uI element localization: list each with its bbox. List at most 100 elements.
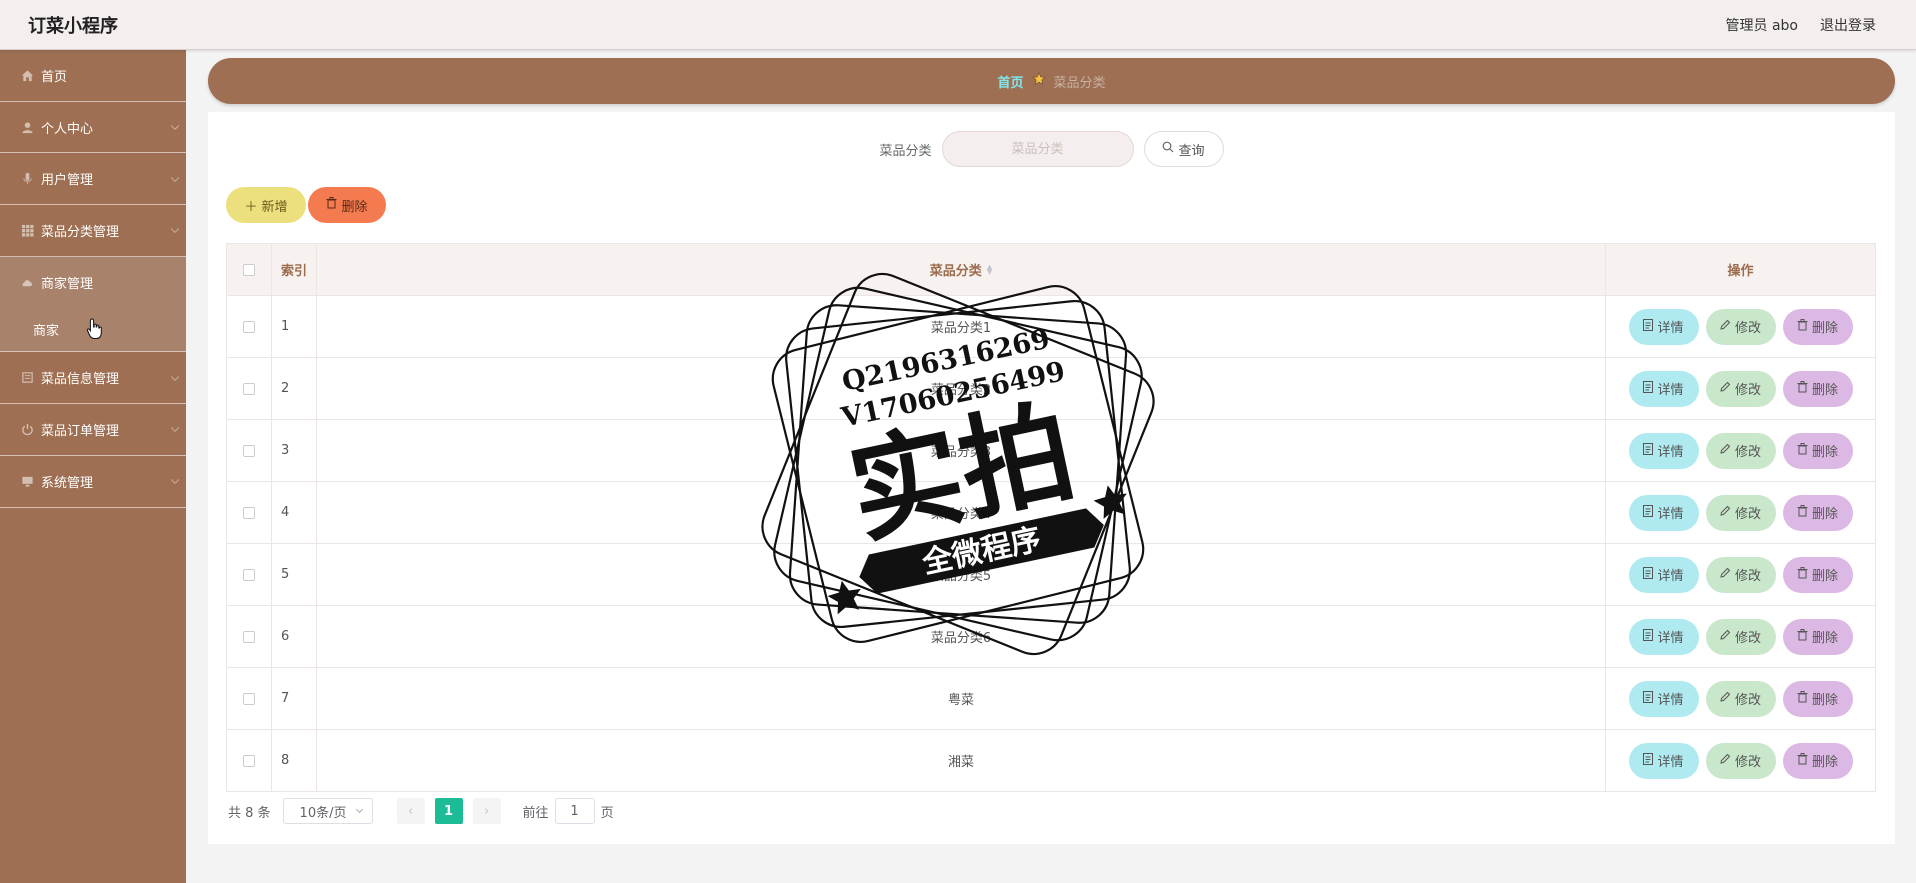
detail-button[interactable]: 详情 (1628, 494, 1699, 531)
sidebar-item-orders[interactable]: 菜品订单管理 (0, 404, 186, 456)
page-number[interactable]: 1 (434, 798, 463, 824)
detail-button-label: 详情 (1657, 507, 1684, 522)
sidebar-item-profile[interactable]: 个人中心 (0, 102, 186, 154)
detail-button[interactable]: 详情 (1628, 370, 1699, 407)
trash-icon (1797, 504, 1808, 521)
prev-page-button[interactable]: ‹ (396, 798, 425, 824)
edit-button[interactable]: 修改 (1705, 556, 1776, 593)
edit-button[interactable]: 修改 (1705, 370, 1776, 407)
table-row: 5 菜品分类5 详情 修改 删除 (227, 543, 1875, 605)
edit-button[interactable]: 修改 (1705, 432, 1776, 469)
pencil-icon (1720, 319, 1731, 334)
sidebar-item-label: 首页 (41, 69, 68, 85)
pencil-icon (1720, 505, 1731, 520)
row-delete-button[interactable]: 删除 (1782, 370, 1853, 407)
detail-button[interactable]: 详情 (1628, 556, 1699, 593)
row-delete-button[interactable]: 删除 (1782, 494, 1853, 531)
next-page-button[interactable]: › (472, 798, 501, 824)
row-delete-button[interactable]: 删除 (1782, 432, 1853, 469)
header-name-label: 菜品分类 (929, 264, 982, 279)
goto-page-input[interactable] (554, 798, 595, 824)
row-checkbox[interactable] (243, 630, 255, 643)
header-index: 索引 (272, 244, 317, 295)
edit-button[interactable]: 修改 (1705, 680, 1776, 717)
edit-button[interactable]: 修改 (1705, 308, 1776, 345)
edit-button-label: 修改 (1734, 631, 1761, 646)
chevron-down-icon (170, 424, 180, 433)
batch-delete-button[interactable]: 删除 (308, 187, 386, 223)
table-body: 1 菜品分类1 详情 修改 删除 2 菜品分类2 详情 修改 删除 3 菜品分类3 详情 修改 删除 4 菜品分… (227, 295, 1875, 791)
sidebar-item-category[interactable]: 菜品分类管理 (0, 205, 186, 257)
search-bar: 菜品分类 查询 (208, 131, 1895, 167)
row-checkbox[interactable] (243, 568, 255, 581)
row-delete-button[interactable]: 删除 (1782, 680, 1853, 717)
table-row: 4 菜品分类4 详情 修改 删除 (227, 481, 1875, 543)
row-delete-label: 删除 (1811, 631, 1838, 646)
row-category-name: 菜品分类1 (317, 296, 1606, 357)
logout-link[interactable]: 退出登录 (1820, 15, 1876, 35)
row-delete-label: 删除 (1811, 445, 1838, 460)
row-index: 3 (272, 420, 317, 481)
row-checkbox[interactable] (243, 692, 255, 705)
detail-button[interactable]: 详情 (1628, 618, 1699, 655)
sort-icon[interactable]: ▲ ▼ (987, 263, 992, 275)
edit-button[interactable]: 修改 (1705, 742, 1776, 779)
star-icon (1031, 72, 1046, 90)
edit-button-label: 修改 (1734, 321, 1761, 336)
row-delete-button[interactable]: 删除 (1782, 556, 1853, 593)
sidebar-item-home[interactable]: 首页 (0, 50, 186, 102)
row-index: 6 (272, 606, 317, 667)
edit-button[interactable]: 修改 (1705, 618, 1776, 655)
row-delete-label: 删除 (1811, 507, 1838, 522)
trash-icon (1797, 380, 1808, 397)
admin-label[interactable]: 管理员 abo (1726, 15, 1798, 35)
detail-button[interactable]: 详情 (1628, 308, 1699, 345)
edit-button[interactable]: 修改 (1705, 494, 1776, 531)
pencil-icon (1720, 443, 1731, 458)
row-checkbox[interactable] (243, 506, 255, 519)
sidebar-item-users[interactable]: 用户管理 (0, 153, 186, 206)
row-index: 2 (272, 358, 317, 419)
row-delete-label: 删除 (1811, 383, 1838, 398)
detail-button-label: 详情 (1657, 321, 1684, 336)
sidebar-item-dish-info[interactable]: 菜品信息管理 (0, 352, 186, 405)
document-icon (1643, 690, 1654, 707)
sidebar-item-label: 用户管理 (41, 173, 94, 189)
detail-button[interactable]: 详情 (1628, 432, 1699, 469)
pencil-icon (1720, 629, 1731, 644)
add-button-label: 新增 (261, 199, 288, 215)
sidebar-item-label: 个人中心 (41, 121, 94, 137)
add-button[interactable]: ＋ 新增 (226, 187, 306, 223)
trash-icon (1797, 442, 1808, 459)
table-row: 6 菜品分类6 详情 修改 删除 (227, 605, 1875, 667)
breadcrumb-home[interactable]: 首页 (997, 72, 1023, 91)
page-size-select[interactable]: 10条/页 (282, 798, 373, 824)
header-name[interactable]: 菜品分类 ▲ ▼ (317, 244, 1606, 295)
monitor-icon (20, 474, 34, 488)
document-icon (1643, 628, 1654, 645)
action-buttons: ＋ 新增 删除 (226, 187, 386, 223)
sidebar-item-merchants[interactable]: 商家管理 (0, 256, 186, 309)
row-checkbox[interactable] (243, 320, 255, 333)
row-checkbox[interactable] (243, 382, 255, 395)
sidebar-item-system[interactable]: 系统管理 (0, 456, 186, 508)
detail-button[interactable]: 详情 (1628, 742, 1699, 779)
user-icon (20, 120, 34, 134)
row-delete-button[interactable]: 删除 (1782, 742, 1853, 779)
row-checkbox[interactable] (243, 754, 255, 767)
document-icon (1643, 442, 1654, 459)
search-input[interactable] (941, 131, 1134, 167)
batch-delete-label: 删除 (341, 199, 368, 215)
row-checkbox[interactable] (243, 444, 255, 457)
chevron-down-icon (170, 372, 180, 381)
detail-button[interactable]: 详情 (1628, 680, 1699, 717)
row-delete-button[interactable]: 删除 (1782, 308, 1853, 345)
row-delete-button[interactable]: 删除 (1782, 618, 1853, 655)
query-button[interactable]: 查询 (1143, 131, 1224, 167)
sidebar-item-label: 菜品信息管理 (41, 372, 120, 388)
select-all-checkbox[interactable] (243, 263, 255, 276)
row-delete-label: 删除 (1811, 755, 1838, 770)
table-header: 索引 菜品分类 ▲ ▼ 操作 (227, 244, 1875, 295)
row-index: 5 (272, 544, 317, 605)
trash-icon (1797, 628, 1808, 645)
